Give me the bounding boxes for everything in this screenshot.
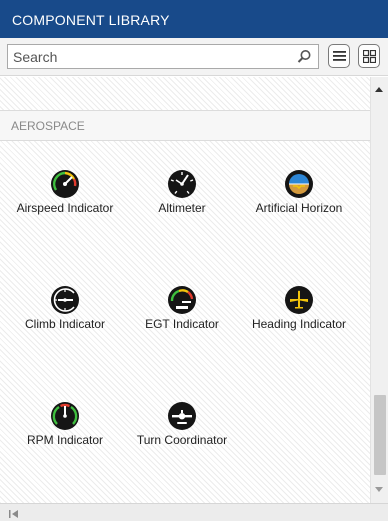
component-tile-turn-coordinator[interactable]: Turn Coordinator [123, 393, 241, 503]
search-icon[interactable] [297, 49, 312, 64]
component-label: Heading Indicator [251, 317, 347, 331]
component-tile-rpm-indicator[interactable]: RPM Indicator [6, 393, 124, 503]
egt-indicator-icon [167, 285, 197, 315]
library-content: AEROSPACE Airspeed Indicator Altimeter A… [0, 77, 370, 503]
list-view-button[interactable] [328, 44, 350, 68]
grid-view-button[interactable] [358, 44, 380, 68]
scroll-thumb[interactable] [374, 395, 386, 475]
panel-header: COMPONENT LIBRARY [0, 0, 388, 38]
component-label: RPM Indicator [26, 433, 104, 447]
scroll-down-arrow-icon[interactable] [375, 487, 383, 492]
collapsed-category-strip [0, 77, 370, 110]
component-tile-climb-indicator[interactable]: Climb Indicator [6, 277, 124, 387]
scroll-up-arrow-icon[interactable] [375, 87, 383, 92]
toolbar [0, 38, 388, 76]
search-box[interactable] [7, 44, 319, 69]
collapse-handle-icon[interactable] [8, 507, 20, 519]
vertical-scrollbar[interactable] [370, 77, 388, 503]
component-tile-heading-indicator[interactable]: Heading Indicator [240, 277, 358, 387]
category-header[interactable]: AEROSPACE [0, 110, 370, 141]
component-label: Climb Indicator [24, 317, 106, 331]
heading-indicator-icon [284, 285, 314, 315]
climb-indicator-icon [50, 285, 80, 315]
component-grid: Airspeed Indicator Altimeter Artificial … [0, 141, 370, 503]
bottom-bar [0, 503, 388, 521]
airspeed-indicator-icon [50, 169, 80, 199]
rpm-indicator-icon [50, 401, 80, 431]
component-tile-artificial-horizon[interactable]: Artificial Horizon [240, 161, 358, 271]
component-tile-airspeed-indicator[interactable]: Airspeed Indicator [6, 161, 124, 271]
turn-coordinator-icon [167, 401, 197, 431]
panel-title: COMPONENT LIBRARY [12, 12, 170, 28]
artificial-horizon-icon [284, 169, 314, 199]
component-label: Altimeter [158, 201, 206, 215]
altimeter-icon [167, 169, 197, 199]
component-label: EGT Indicator [145, 317, 219, 331]
component-label: Artificial Horizon [255, 201, 343, 215]
component-tile-altimeter[interactable]: Altimeter [123, 161, 241, 271]
component-tile-egt-indicator[interactable]: EGT Indicator [123, 277, 241, 387]
category-title: AEROSPACE [11, 119, 85, 133]
component-label: Airspeed Indicator [16, 201, 114, 215]
search-input[interactable] [8, 45, 288, 68]
component-label: Turn Coordinator [136, 433, 228, 447]
